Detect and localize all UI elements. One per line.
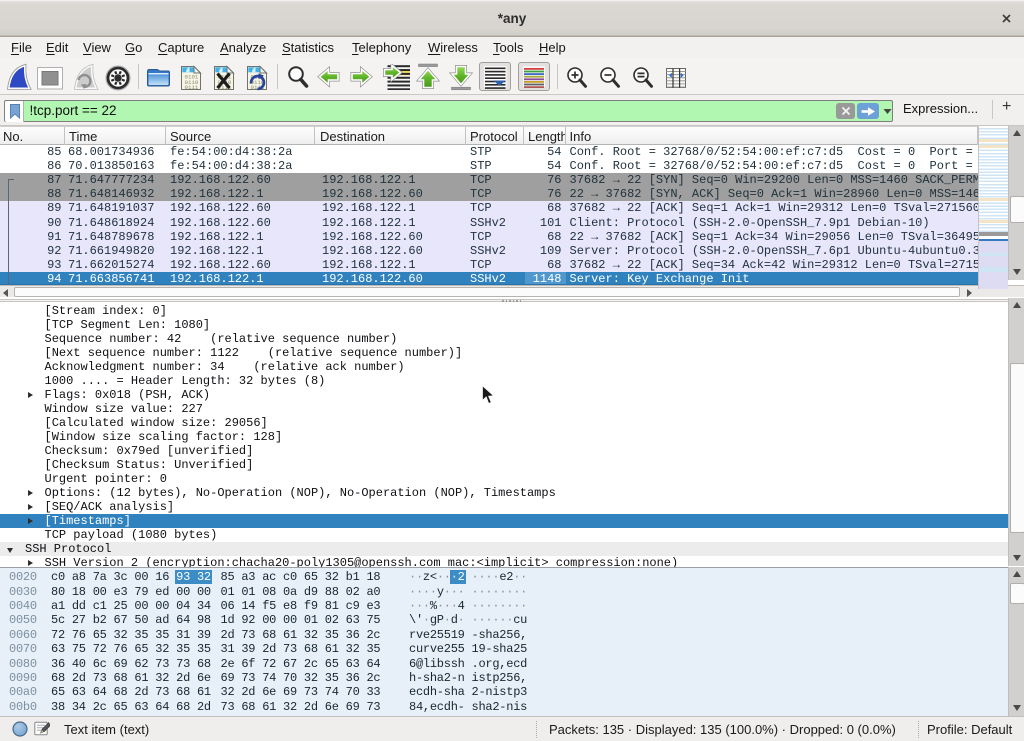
svg-text:0111: 0111 [185, 84, 199, 91]
